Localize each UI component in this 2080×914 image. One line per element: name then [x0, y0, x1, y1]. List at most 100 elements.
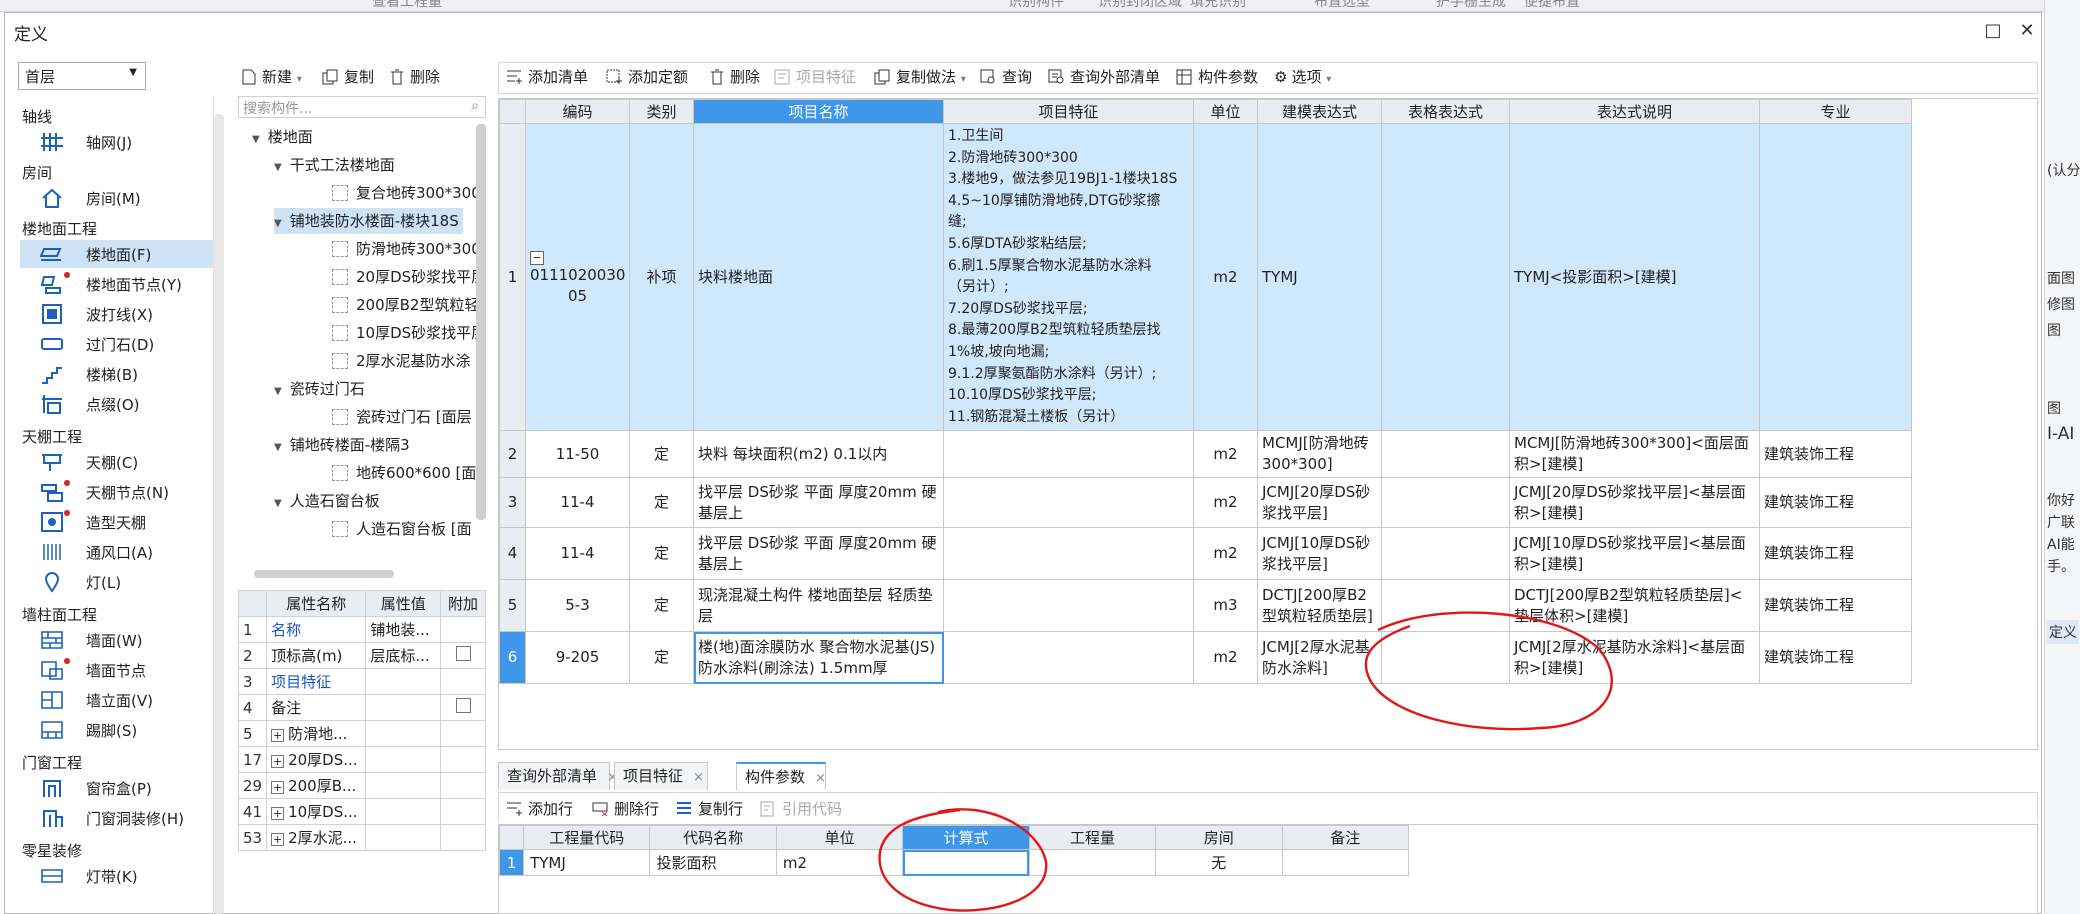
grid-header[interactable]: 单位	[1193, 99, 1258, 124]
prop-row[interactable]: 41 +10厚DS...	[237, 798, 486, 825]
prop-row[interactable]: 3 项目特征	[237, 668, 486, 695]
cell-unit[interactable]: m2	[1193, 631, 1258, 685]
close-icon[interactable]: ✕	[2016, 20, 2038, 42]
options-button[interactable]: ⚙ 选项 ▾	[1274, 66, 1331, 87]
tree-node[interactable]: ▼ 铺地砖楼面-楼隔3	[274, 432, 410, 458]
query-external-list-button[interactable]: 查询外部清单	[1048, 66, 1160, 87]
tab-query-external-list[interactable]: 查询外部清单 ×	[498, 762, 618, 790]
nav-item-border-line[interactable]: 波打线(X)	[20, 300, 213, 328]
prop-checkbox[interactable]	[455, 646, 471, 661]
prop-value[interactable]	[365, 772, 442, 799]
delete-component-button[interactable]: 删除	[388, 66, 440, 87]
nav-item-shaped-ceiling[interactable]: 造型天棚	[20, 508, 213, 536]
nav-item-axis-grid[interactable]: 轴网(J)	[20, 128, 213, 156]
cell-name[interactable]: 找平层 DS砂浆 平面 厚度20mm 硬基层上	[693, 477, 944, 529]
cell-expr-desc[interactable]: JCMJ[10厚DS砂浆找平层]<基层面积>[建模]	[1509, 527, 1760, 581]
table-row[interactable]: 3 11-4 定 找平层 DS砂浆 平面 厚度20mm 硬基层上 m2 JCMJ…	[499, 477, 1912, 529]
table-row[interactable]: 4 11-4 定 找平层 DS砂浆 平面 厚度20mm 硬基层上 m2 JCMJ…	[499, 527, 1912, 581]
param-header[interactable]: 工程量	[1028, 825, 1157, 850]
cell-major[interactable]: 建筑装饰工程	[1759, 579, 1912, 633]
tree-node[interactable]: 复合地砖300*300	[332, 180, 481, 206]
cell-type[interactable]: 定	[629, 430, 694, 479]
cell-code[interactable]: 9-205	[525, 631, 630, 685]
collapse-icon[interactable]: −	[530, 251, 544, 266]
nav-item-floor-node[interactable]: 楼地面节点(Y)	[20, 270, 213, 298]
param-quantity[interactable]	[1028, 849, 1157, 876]
param-header-active[interactable]: 计算式	[902, 825, 1030, 850]
nav-item-elevation[interactable]: 墙立面(V)	[20, 686, 213, 714]
tab-close-icon[interactable]: ×	[693, 770, 704, 785]
copy-row-button[interactable]: 复制行	[676, 798, 743, 819]
param-formula[interactable]	[902, 849, 1030, 876]
cell-expr-desc[interactable]: DCTJ[200厚B2型筑粒轻质垫层]<垫层体积>[建模]	[1509, 579, 1760, 633]
param-row-number[interactable]: 1	[498, 849, 525, 876]
cell-type[interactable]: 补项	[629, 122, 694, 432]
param-qty-code[interactable]: TYMJ	[523, 849, 651, 876]
cell-unit[interactable]: m2	[1193, 430, 1258, 479]
param-code-name[interactable]: 投影面积	[649, 849, 777, 876]
add-row-button[interactable]: 添加行	[506, 798, 573, 819]
cell-type[interactable]: 定	[629, 579, 694, 633]
nav-item-light-strip[interactable]: 灯带(K)	[20, 862, 213, 890]
cell-unit[interactable]: m3	[1193, 579, 1258, 633]
nav-item-accent[interactable]: 点缀(O)	[20, 390, 213, 418]
prop-row[interactable]: 53 +2厚水泥...	[237, 824, 486, 851]
floor-select[interactable]: 首层 ▼	[18, 62, 146, 90]
tree-node[interactable]: 20厚DS砂浆找平层	[332, 264, 486, 290]
reference-code-button[interactable]: 引用代码	[760, 798, 842, 819]
copy-method-button[interactable]: 复制做法 ▾	[874, 66, 966, 87]
cell-code[interactable]: 11-50	[525, 430, 630, 479]
cell-model-expr[interactable]: JCMJ[10厚DS砂浆找平层]	[1257, 527, 1382, 581]
tree-node[interactable]: 防滑地砖300*300	[332, 236, 481, 262]
prop-row[interactable]: 4 备注	[237, 694, 486, 721]
query-button[interactable]: 查询	[980, 66, 1032, 87]
grid-header-active[interactable]: 项目名称	[693, 99, 944, 124]
cell-code[interactable]: 11-4	[525, 477, 630, 529]
expand-icon[interactable]: +	[271, 833, 285, 846]
tree-vertical-scrollbar[interactable]	[476, 124, 486, 520]
tree-node[interactable]: 200厚B2型筑粒轻	[332, 292, 479, 318]
prop-value[interactable]	[365, 824, 442, 851]
cell-model-expr[interactable]: MCMJ[防滑地砖300*300]	[1257, 430, 1382, 479]
tree-node[interactable]: ▼ 瓷砖过门石	[274, 376, 365, 402]
row-number[interactable]: 1	[499, 122, 526, 432]
tree-node[interactable]: 10厚DS砂浆找平层	[332, 320, 486, 346]
expand-icon[interactable]: +	[271, 755, 285, 768]
param-header[interactable]: 工程量代码	[523, 825, 651, 850]
cell-model-expr[interactable]: TYMJ	[1257, 122, 1382, 432]
row-number[interactable]: 6	[499, 631, 526, 685]
prop-value[interactable]	[365, 668, 442, 695]
nav-item-wall-node[interactable]: 墙面节点	[20, 656, 213, 684]
prop-value[interactable]	[365, 720, 442, 747]
cell-feature[interactable]	[943, 430, 1194, 479]
cell-unit[interactable]: m2	[1193, 122, 1258, 432]
cell-name[interactable]: 块料楼地面	[693, 122, 944, 432]
cell-code[interactable]: −0111020030 05	[525, 122, 630, 432]
cell-name[interactable]: 找平层 DS砂浆 平面 厚度20mm 硬基层上	[693, 527, 944, 581]
param-note[interactable]	[1281, 849, 1410, 876]
expand-toggle-icon[interactable]: ▼	[274, 442, 282, 453]
nav-item-stairs[interactable]: 楼梯(B)	[20, 360, 213, 388]
nav-item-threshold[interactable]: 过门石(D)	[20, 330, 213, 358]
left-nav-scrollbar[interactable]	[214, 114, 224, 914]
nav-item-ceiling-node[interactable]: 天棚节点(N)	[20, 478, 213, 506]
expand-toggle-icon[interactable]: ▼	[274, 162, 282, 173]
param-unit[interactable]: m2	[775, 849, 904, 876]
cell-table-expr[interactable]	[1381, 477, 1510, 529]
nav-item-vent[interactable]: 通风口(A)	[20, 538, 213, 566]
copy-button[interactable]: 复制	[322, 66, 374, 87]
prop-row[interactable]: 1 名称 铺地装...	[237, 616, 486, 643]
row-number[interactable]: 5	[499, 579, 526, 633]
grid-header[interactable]: 编码	[525, 99, 630, 124]
add-list-button[interactable]: 添加清单	[506, 66, 588, 87]
tree-node[interactable]: 瓷砖过门石 [面层	[332, 404, 472, 430]
cell-feature[interactable]	[943, 579, 1194, 633]
cell-model-expr[interactable]: JCMJ[20厚DS砂浆找平层]	[1257, 477, 1382, 529]
tree-node[interactable]: ▼ 楼地面	[252, 124, 313, 150]
tree-node[interactable]: 人造石窗台板 [面	[332, 516, 472, 542]
nav-item-wall[interactable]: 墙面(W)	[20, 626, 213, 654]
grid-header[interactable]: 表达式说明	[1509, 99, 1760, 124]
component-search-input[interactable]: 搜索构件... ⌕	[238, 96, 486, 118]
grid-header[interactable]: 专业	[1759, 99, 1912, 124]
prop-row[interactable]: 5 + 防滑地...	[237, 720, 486, 747]
